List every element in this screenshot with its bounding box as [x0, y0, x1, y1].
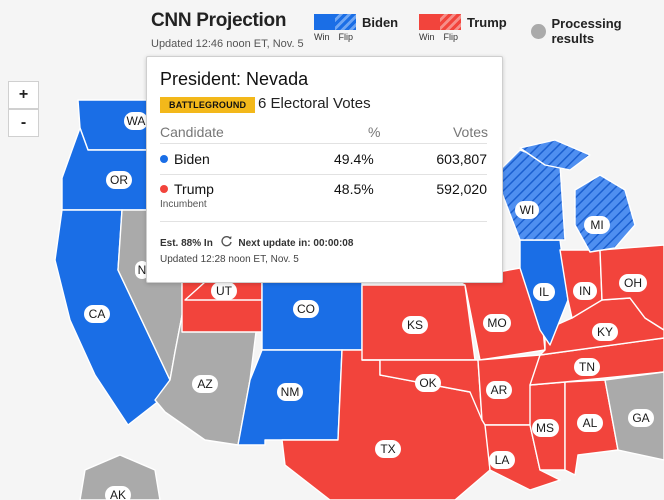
label-NM: NM: [277, 383, 303, 401]
trump-flip-swatch: [440, 14, 461, 30]
label-WI: WI: [515, 201, 539, 219]
label-AL: AL: [577, 414, 603, 432]
candidate-name-trump: Trump: [160, 181, 214, 197]
refresh-icon: [220, 236, 232, 247]
svg-text:CO: CO: [297, 302, 315, 316]
svg-text:IN: IN: [579, 284, 591, 298]
svg-text:IL: IL: [539, 285, 549, 299]
svg-text:WA: WA: [127, 114, 146, 128]
incumbent-note: Incumbent: [160, 199, 207, 210]
state-results-popup: President: Nevada BATTLEGROUND 6 Elector…: [146, 56, 503, 283]
label-OK: OK: [415, 374, 441, 392]
svg-text:CA: CA: [89, 307, 106, 321]
candidate-name-biden: Biden: [160, 151, 210, 167]
candidate-percent-trump: 48.5%: [334, 181, 374, 197]
svg-text:WI: WI: [520, 203, 535, 217]
label-TX: TX: [375, 440, 401, 458]
label-MI: MI: [584, 216, 610, 234]
divider: [160, 143, 487, 144]
estimated-in: Est. 88% In: [160, 238, 213, 249]
legend-trump-win: Win: [419, 32, 435, 42]
label-OH: OH: [619, 274, 647, 292]
legend-trump-label: Trump: [467, 15, 507, 30]
label-OR: OR: [106, 171, 132, 189]
trump-win-swatch: [419, 14, 440, 30]
svg-text:AR: AR: [491, 383, 508, 397]
svg-text:MI: MI: [590, 218, 603, 232]
electoral-votes: 6 Electoral Votes: [258, 95, 371, 112]
next-update: Next update in: 00:00:08: [238, 238, 354, 249]
label-AR: AR: [486, 381, 512, 399]
divider: [160, 221, 487, 222]
legend-biden-win: Win: [314, 32, 330, 42]
svg-text:KS: KS: [407, 318, 423, 332]
biden-win-swatch: [314, 14, 335, 30]
popup-title: President: Nevada: [160, 69, 309, 89]
svg-text:TX: TX: [380, 442, 395, 456]
biden-flip-swatch: [335, 14, 356, 30]
legend-trump-flip: Flip: [443, 32, 459, 42]
label-KS: KS: [402, 316, 428, 334]
header-percent: %: [368, 124, 381, 140]
reporting-status: Est. 88% In Next update in: 00:00:08: [160, 235, 353, 249]
projection-header: CNN Projection Updated 12:46 noon ET, No…: [151, 10, 304, 50]
legend-trump: Win Flip Trump: [419, 14, 507, 42]
legend-processing: Processing results: [531, 16, 664, 46]
candidate-votes-biden: 603,807: [436, 151, 487, 167]
svg-text:KY: KY: [597, 325, 613, 339]
label-WA: WA: [124, 112, 148, 130]
svg-text:OR: OR: [110, 173, 128, 187]
header-candidate: Candidate: [160, 124, 224, 140]
label-IL: IL: [533, 283, 555, 301]
candidate-votes-trump: 592,020: [436, 181, 487, 197]
label-GA: GA: [628, 409, 654, 427]
svg-text:AZ: AZ: [197, 377, 212, 391]
svg-text:NM: NM: [281, 385, 300, 399]
zoom-out-button[interactable]: -: [8, 109, 39, 137]
label-MO: MO: [483, 314, 511, 332]
label-UT: UT: [211, 282, 237, 300]
updated-timestamp: Updated 12:46 noon ET, Nov. 5: [151, 38, 304, 50]
processing-dot-icon: [531, 23, 546, 39]
trump-dot-icon: [160, 185, 168, 193]
label-KY: KY: [592, 323, 618, 341]
svg-text:MO: MO: [487, 316, 506, 330]
label-IN: IN: [573, 282, 597, 300]
page-title: CNN Projection: [151, 10, 287, 31]
legend-biden: Win Flip Biden: [314, 14, 398, 42]
battleground-badge: BATTLEGROUND: [160, 97, 256, 113]
zoom-in-button[interactable]: +: [8, 81, 39, 109]
label-AK: AK: [105, 486, 131, 500]
candidate-percent-biden: 49.4%: [334, 151, 374, 167]
label-AZ: AZ: [192, 375, 218, 393]
label-MS: MS: [532, 419, 559, 437]
label-LA: LA: [489, 451, 515, 469]
divider: [160, 174, 487, 175]
svg-text:OK: OK: [419, 376, 436, 390]
label-TN: TN: [574, 358, 600, 376]
legend-biden-flip: Flip: [338, 32, 354, 42]
svg-text:MS: MS: [536, 421, 554, 435]
svg-text:OH: OH: [624, 276, 642, 290]
legend-processing-label: Processing results: [551, 16, 622, 46]
legend-biden-label: Biden: [362, 15, 399, 30]
label-CA: CA: [84, 305, 110, 323]
label-CO: CO: [293, 300, 319, 318]
svg-text:LA: LA: [495, 453, 510, 467]
header-votes: Votes: [452, 124, 488, 140]
popup-updated-timestamp: Updated 12:28 noon ET, Nov. 5: [160, 254, 299, 265]
svg-text:GA: GA: [632, 411, 649, 425]
svg-text:AL: AL: [583, 416, 598, 430]
svg-text:TN: TN: [579, 360, 595, 374]
biden-dot-icon: [160, 155, 168, 163]
svg-text:UT: UT: [216, 284, 233, 298]
svg-text:AK: AK: [110, 488, 126, 500]
